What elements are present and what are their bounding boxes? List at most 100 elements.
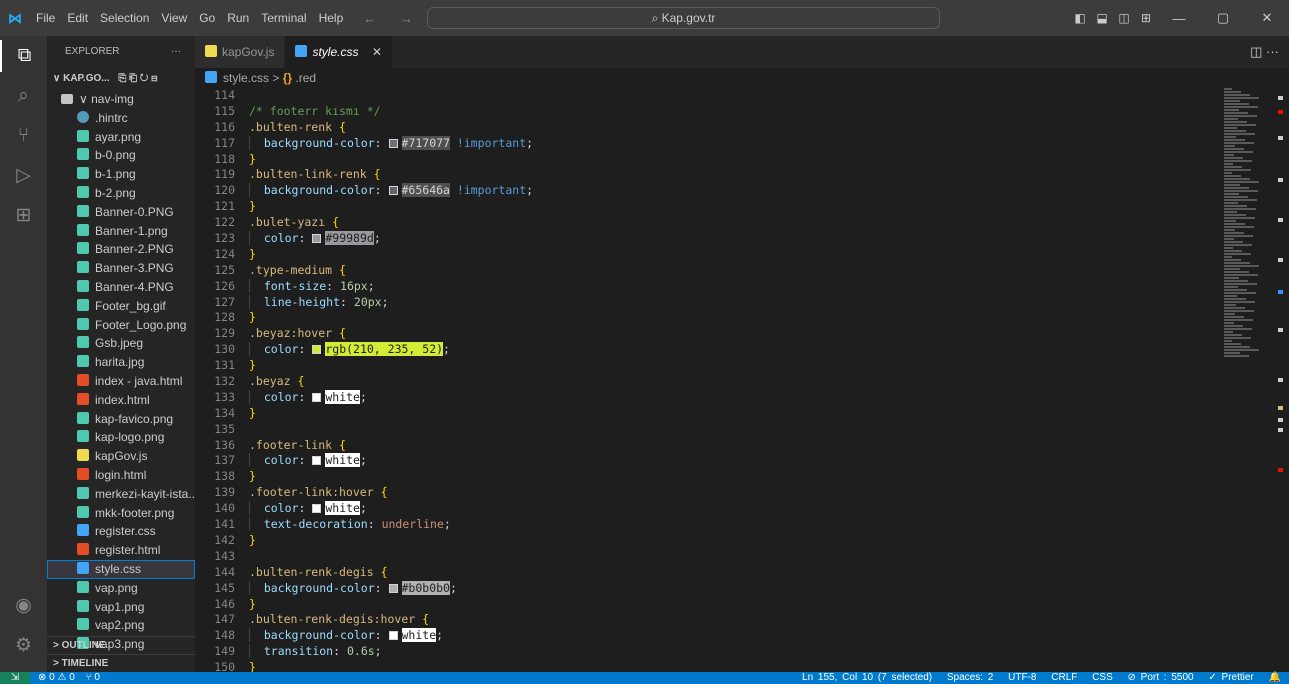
source-control-icon[interactable]: ⑂ [0, 120, 47, 152]
code-line[interactable]: 137 color: white; [195, 453, 1275, 469]
code-line[interactable]: 119 .bulten-link-renk { [195, 167, 1275, 183]
menu-run[interactable]: Run [221, 11, 255, 25]
prettier-status[interactable]: ✓ Prettier [1208, 672, 1253, 683]
breadcrumb-symbol[interactable]: .red [295, 71, 316, 85]
code-line[interactable]: 115 /* footerr kısmı */ [195, 104, 1275, 120]
file-item[interactable]: index - java.html [47, 372, 195, 391]
code-line[interactable]: 132 .beyaz { [195, 374, 1275, 390]
overview-ruler[interactable] [1278, 88, 1284, 672]
code-line[interactable]: 136 .footer-link { [195, 438, 1275, 454]
customize-layout-icon[interactable]: ⊞ [1135, 11, 1157, 25]
remote-indicator-icon[interactable]: ⇲ [0, 672, 30, 684]
notifications-bell-icon[interactable]: 🔔 [1269, 672, 1281, 683]
toggle-primary-sidebar-icon[interactable]: ◧ [1069, 11, 1091, 25]
folder-nav-img[interactable]: ∨ nav-img [47, 90, 195, 109]
menu-help[interactable]: Help [313, 11, 350, 25]
code-line[interactable]: 148 background-color: white; [195, 628, 1275, 644]
run-debug-icon[interactable]: ▷ [0, 160, 47, 192]
code-line[interactable]: 129 .beyaz:hover { [195, 326, 1275, 342]
file-item[interactable]: Footer_Logo.png [47, 316, 195, 335]
timeline-section[interactable]: > TIMELINE [47, 654, 195, 672]
close-tab-icon[interactable]: ✕ [372, 45, 382, 59]
encoding[interactable]: UTF-8 [1008, 672, 1036, 683]
search-icon[interactable]: ⌕ [0, 80, 47, 112]
file-item[interactable]: index.html [47, 391, 195, 410]
menu-go[interactable]: Go [193, 11, 221, 25]
workspace-root[interactable]: ∨ KAP.GO... ⎘ ⎗ ↻ ⊟ [47, 68, 195, 90]
code-line[interactable]: 134} [195, 406, 1275, 422]
extensions-icon[interactable]: ⊞ [0, 200, 47, 232]
code-line[interactable]: 122 .bulet-yazı { [195, 215, 1275, 231]
outline-section[interactable]: > OUTLINE [47, 636, 195, 654]
file-item[interactable]: b-2.png [47, 184, 195, 203]
code-line[interactable]: 147 .bulten-renk-degis:hover { [195, 612, 1275, 628]
command-center-search[interactable]: ⌕ Kap.gov.tr [427, 7, 940, 29]
file-item[interactable]: vap2.png [47, 616, 195, 635]
code-line[interactable]: 145 background-color: #b0b0b0; [195, 580, 1275, 597]
file-item[interactable]: ayar.png [47, 128, 195, 147]
indentation[interactable]: Spaces: 2 [947, 672, 993, 683]
code-line[interactable]: 138} [195, 469, 1275, 485]
file-item[interactable]: harita.jpg [47, 353, 195, 372]
file-item[interactable]: vap1.png [47, 598, 195, 617]
code-line[interactable]: 133 color: white; [195, 389, 1275, 406]
menu-edit[interactable]: Edit [61, 11, 94, 25]
code-line[interactable]: 126 font-size: 16px; [195, 278, 1275, 295]
tab-kapgov-js[interactable]: kapGov.js [195, 36, 286, 68]
file-item[interactable]: kapGov.js [47, 447, 195, 466]
file-item[interactable]: login.html [47, 466, 195, 485]
file-item[interactable]: kap-favico.png [47, 410, 195, 429]
account-icon[interactable]: ◉ [0, 590, 47, 622]
code-line[interactable]: 127 line-height: 20px; [195, 294, 1275, 311]
language-mode[interactable]: CSS [1092, 672, 1113, 683]
nav-back-forward-icon[interactable]: ← → [363, 11, 423, 26]
minimap[interactable] [1224, 88, 1274, 358]
code-line[interactable]: 117 background-color: #717077 !important… [195, 135, 1275, 152]
minimize-button[interactable]: — [1157, 11, 1201, 26]
file-item[interactable]: mkk-footer.png [47, 504, 195, 523]
maximize-button[interactable]: ▢ [1201, 10, 1245, 26]
menu-terminal[interactable]: Terminal [255, 11, 312, 25]
tab-style-css[interactable]: style.css ✕ [285, 36, 393, 68]
code-line[interactable]: 128} [195, 310, 1275, 326]
file-item[interactable]: Footer_bg.gif [47, 297, 195, 316]
code-line[interactable]: 120 background-color: #65646a !important… [195, 183, 1275, 199]
code-line[interactable]: 121} [195, 199, 1275, 215]
code-line[interactable]: 141 text-decoration: underline; [195, 517, 1275, 533]
file-item[interactable]: merkezi-kayit-ista... [47, 485, 195, 504]
code-line[interactable]: 144 .bulten-renk-degis { [195, 565, 1275, 581]
code-line[interactable]: 118} [195, 152, 1275, 168]
menu-selection[interactable]: Selection [94, 11, 155, 25]
code-editor[interactable]: 114 115 /* footerr kısmı */ 116 .bulten-renk… [195, 88, 1275, 674]
code-line[interactable]: 139 .footer-link:hover { [195, 485, 1275, 501]
code-line[interactable]: 131} [195, 358, 1275, 374]
menu-file[interactable]: File [30, 11, 61, 25]
live-server-port[interactable]: ⊘ Port : 5500 [1128, 672, 1194, 683]
file-item[interactable]: b-1.png [47, 165, 195, 184]
file-item[interactable]: Banner-0.PNG [47, 203, 195, 222]
toggle-panel-icon[interactable]: ⬓ [1091, 11, 1113, 25]
file-item[interactable]: .hintrc [47, 109, 195, 128]
code-line[interactable]: 140 color: white; [195, 501, 1275, 517]
close-window-button[interactable]: ✕ [1245, 10, 1289, 26]
breadcrumb-file[interactable]: style.css [223, 71, 269, 85]
file-item[interactable]: b-0.png [47, 146, 195, 165]
file-item[interactable]: Banner-1.png [47, 222, 195, 241]
explorer-toolbar-icons[interactable]: ⎘ ⎗ ↻ ⊟ [118, 73, 157, 84]
file-item[interactable]: style.css [47, 559, 195, 579]
problems-indicator[interactable]: ⊗ 0 ⚠ 0 [38, 672, 75, 683]
code-line[interactable]: 149 transition: 0.6s; [195, 644, 1275, 660]
menu-view[interactable]: View [155, 11, 193, 25]
file-item[interactable]: vap.png [47, 579, 195, 598]
code-line[interactable]: 130 color: rgb(210, 235, 52); [195, 342, 1275, 358]
ports-indicator[interactable]: ⑂ 0 [86, 672, 100, 683]
code-line[interactable]: 142} [195, 533, 1275, 549]
cursor-position[interactable]: Ln 155, Col 10 (7 selected) [802, 672, 932, 683]
file-item[interactable]: kap-logo.png [47, 428, 195, 447]
end-of-line[interactable]: CRLF [1051, 672, 1077, 683]
code-line[interactable]: 143 [195, 549, 1275, 565]
file-item[interactable]: register.html [47, 541, 195, 560]
code-line[interactable]: 146} [195, 597, 1275, 613]
code-line[interactable]: 125 .type-medium { [195, 263, 1275, 279]
explorer-more-actions-icon[interactable]: ··· [171, 36, 181, 68]
